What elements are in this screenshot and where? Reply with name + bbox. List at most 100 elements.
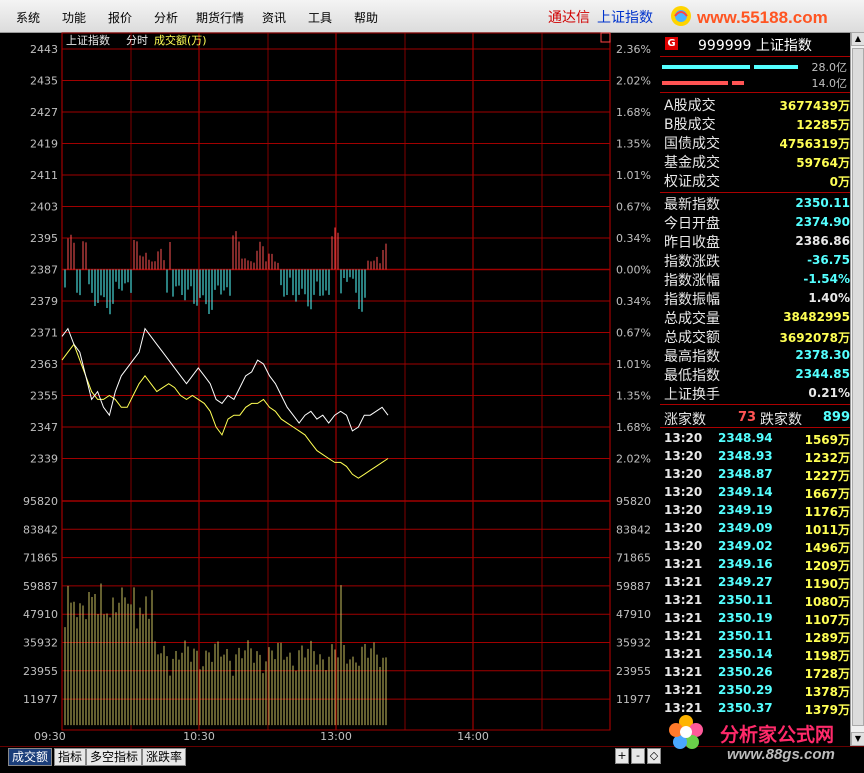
time-tick-label: 10:30 xyxy=(183,730,215,743)
trade-price: 2349.27 xyxy=(718,575,773,589)
stat-value: 3677439万 xyxy=(779,99,850,113)
trade-price: 2350.11 xyxy=(718,629,773,643)
stat-row: 昨日收盘 2386.86 xyxy=(660,232,850,251)
menu-system[interactable]: 系统 xyxy=(16,9,40,26)
scroll-thumb[interactable] xyxy=(852,48,864,726)
trade-time: 13:21 xyxy=(664,611,703,625)
volume-tick-label-right: 23955 xyxy=(616,665,651,678)
percent-tick-label: 1.35% xyxy=(616,390,651,403)
trade-vol: 1379万 xyxy=(804,703,850,717)
percent-tick-label: 2.02% xyxy=(616,453,651,466)
stat-label: 总成交量 xyxy=(664,311,720,327)
g-icon: G xyxy=(665,37,678,50)
time-tick-label: 09:30 xyxy=(34,730,66,743)
stat-value: 59764万 xyxy=(796,156,850,170)
scrollbar[interactable]: ▲ ▼ xyxy=(850,32,864,746)
zoom-out-button[interactable]: - xyxy=(631,748,645,764)
volume-tick-label-right: 59887 xyxy=(616,580,651,593)
stat-label: 昨日收盘 xyxy=(664,235,720,251)
trade-price: 2350.19 xyxy=(718,611,773,625)
price-tick-label: 2403 xyxy=(30,201,58,214)
buy-strength-bar xyxy=(662,65,750,69)
trade-row: 13:21 2349.16 1209万 xyxy=(660,557,850,575)
volume-bars xyxy=(64,583,387,726)
volume-tick-label: 23955 xyxy=(23,665,58,678)
stat-row: 权证成交 0万 xyxy=(660,171,850,190)
menu-tools[interactable]: 工具 xyxy=(308,9,332,26)
volume-tick-label-right: 83842 xyxy=(616,523,651,536)
bar2-value: 14.0亿 xyxy=(811,77,848,90)
time-tick-label: 13:00 xyxy=(320,730,352,743)
trade-time: 13:20 xyxy=(664,449,703,463)
trade-time: 13:20 xyxy=(664,485,703,499)
stat-value: 2386.86 xyxy=(795,234,850,248)
sell-strength-bar xyxy=(662,81,728,85)
volume-tick-label: 59887 xyxy=(23,580,58,593)
watermark-title: 分析家公式网 xyxy=(720,724,835,746)
trade-time: 13:21 xyxy=(664,575,703,589)
trade-row: 13:20 2349.02 1496万 xyxy=(660,539,850,557)
zoom-in-button[interactable]: + xyxy=(615,748,629,764)
stat-value: 2350.11 xyxy=(795,196,850,210)
percent-tick-label: 1.68% xyxy=(616,106,651,119)
menu-help[interactable]: 帮助 xyxy=(354,9,378,26)
trade-vol: 1289万 xyxy=(804,631,850,645)
chart-maximize-icon[interactable] xyxy=(600,32,611,43)
trade-vol: 1107万 xyxy=(804,613,850,627)
panel-header: G 999999 上证指数 xyxy=(660,32,850,57)
percent-tick-label: 1.68% xyxy=(616,421,651,434)
trade-price: 2349.09 xyxy=(718,521,773,535)
menu-futures[interactable]: 期货行情 xyxy=(196,9,244,26)
menu-quotes[interactable]: 报价 xyxy=(108,9,132,26)
time-tick-label: 14:00 xyxy=(457,730,489,743)
stat-row: 总成交量 38482995 xyxy=(660,308,850,327)
trade-row: 13:20 2349.19 1176万 xyxy=(660,503,850,521)
tab-advance-decline[interactable]: 涨跌率 xyxy=(142,748,187,766)
stat-row: 基金成交 59764万 xyxy=(660,152,850,171)
trade-vol: 1190万 xyxy=(804,577,850,591)
tab-indicator[interactable]: 指标 xyxy=(54,748,87,766)
trade-time: 13:21 xyxy=(664,557,703,571)
menu-function[interactable]: 功能 xyxy=(62,9,86,26)
scroll-down-icon[interactable]: ▼ xyxy=(851,732,864,746)
divider xyxy=(660,404,850,405)
chart-grid xyxy=(61,32,611,731)
trade-price: 2349.14 xyxy=(718,485,773,499)
stat-row: 上证换手 0.21% xyxy=(660,384,850,403)
advance-decline-row: 涨家数 73 跌家数 899 xyxy=(660,408,850,428)
trade-row: 13:20 2349.09 1011万 xyxy=(660,521,850,539)
stat-value: 38482995 xyxy=(783,310,850,324)
tab-turnover[interactable]: 成交额 xyxy=(8,748,53,766)
scroll-up-icon[interactable]: ▲ xyxy=(851,32,864,46)
stat-value: 2344.85 xyxy=(795,367,850,381)
volume-tick-label: 47910 xyxy=(23,608,58,621)
trade-price: 2350.11 xyxy=(718,593,773,607)
stat-label: 国债成交 xyxy=(664,136,720,152)
stat-row: B股成交 12285万 xyxy=(660,114,850,133)
stat-row: 国债成交 4756319万 xyxy=(660,133,850,152)
stat-label: B股成交 xyxy=(664,117,716,133)
percent-tick-label: 1.01% xyxy=(616,169,651,182)
trade-price: 2349.16 xyxy=(718,557,773,571)
price-tick-label: 2395 xyxy=(30,232,58,245)
menu-info[interactable]: 资讯 xyxy=(262,9,286,26)
price-tick-label: 2387 xyxy=(30,264,58,277)
current-index-title: 上证指数 xyxy=(597,10,653,26)
stat-label: 权证成交 xyxy=(664,174,720,190)
percent-tick-label: 2.02% xyxy=(616,75,651,88)
volume-tick-label-right: 11977 xyxy=(616,693,651,706)
trade-vol: 1569万 xyxy=(804,433,850,447)
trade-time: 13:21 xyxy=(664,683,703,697)
trade-row: 13:21 2350.29 1378万 xyxy=(660,683,850,701)
tab-long-short[interactable]: 多空指标 xyxy=(86,748,143,766)
options-button[interactable]: ◇ xyxy=(647,748,661,764)
price-tick-label: 2371 xyxy=(30,327,58,340)
trade-vol: 1378万 xyxy=(804,685,850,699)
intraday-chart[interactable]: 2443 2.36% 2435 2.02% 2427 1.68% 2419 1.35% 2411… xyxy=(0,32,660,746)
price-tick-label: 2339 xyxy=(30,453,58,466)
trade-row: 13:21 2350.19 1107万 xyxy=(660,611,850,629)
decline-label: 跌家数 xyxy=(760,412,802,428)
menu-analysis[interactable]: 分析 xyxy=(154,9,178,26)
trade-vol: 1198万 xyxy=(804,649,850,663)
percent-tick-label: 0.67% xyxy=(616,327,651,340)
